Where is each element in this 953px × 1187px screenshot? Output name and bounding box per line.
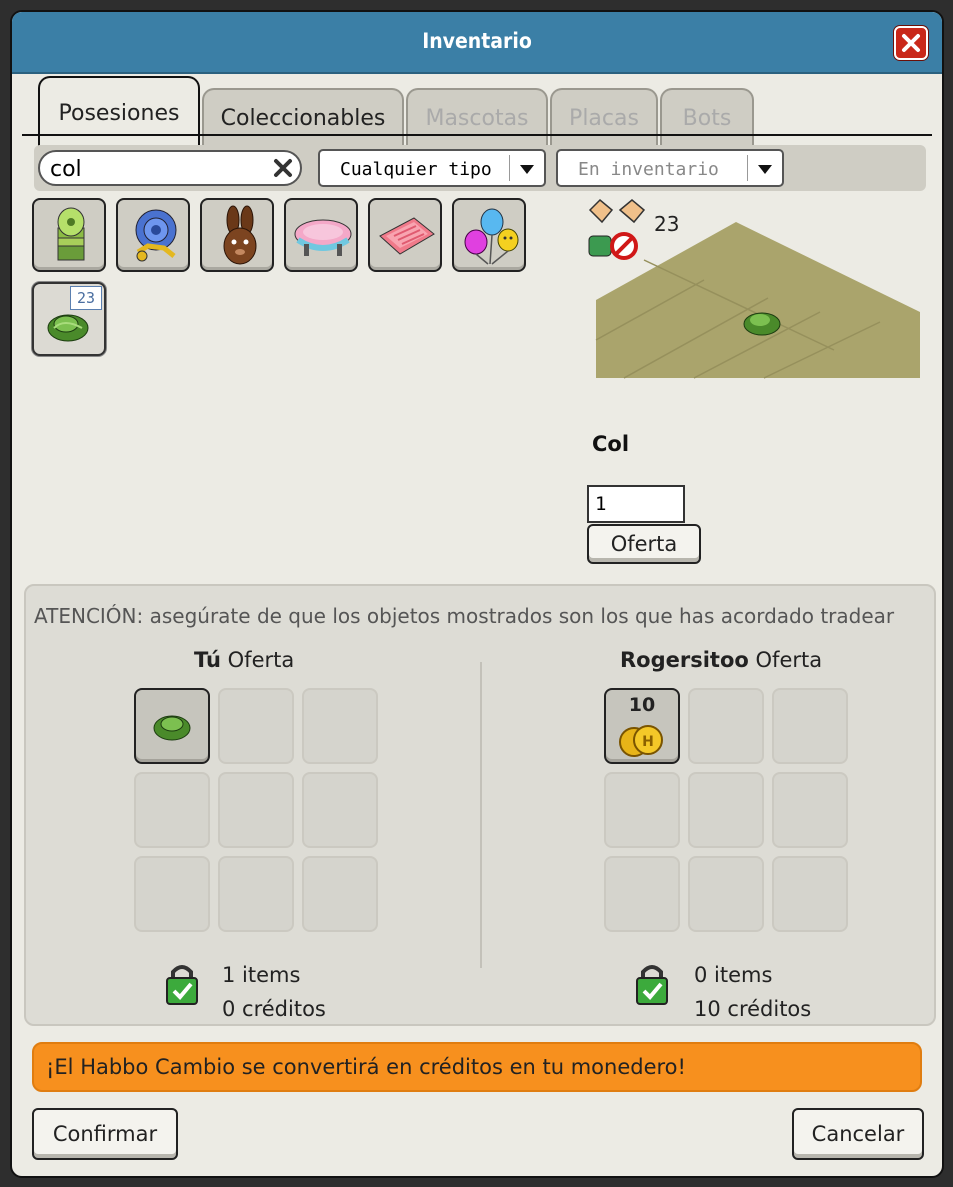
pink-table-icon: [294, 219, 352, 256]
your-offer-slot[interactable]: [134, 772, 210, 848]
chevron-down-icon: [520, 165, 534, 174]
type-select-value: Cualquier tipo: [340, 159, 492, 180]
other-offer-slot[interactable]: [604, 772, 680, 848]
location-select-value: En inventario: [578, 159, 719, 180]
your-offer-slot[interactable]: [302, 772, 378, 848]
habbo-exchange-notice: ¡El Habbo Cambio se convertirá en crédit…: [32, 1042, 922, 1092]
your-name: Tú: [194, 648, 221, 672]
quantity-input[interactable]: [587, 485, 685, 523]
your-offer-slot[interactable]: [302, 688, 378, 764]
offer-divider: [480, 662, 482, 968]
inventory-item[interactable]: [452, 198, 526, 272]
close-icon: [902, 34, 920, 52]
other-offer-slot[interactable]: [688, 856, 764, 932]
tab-posesiones[interactable]: Posesiones: [38, 76, 200, 148]
your-offer-slot[interactable]: [218, 688, 294, 764]
tab-coleccionables[interactable]: Coleccionables: [202, 88, 404, 146]
tab-placas[interactable]: Placas: [550, 88, 658, 146]
other-credits: 10 créditos: [694, 997, 812, 1021]
lock-check-icon: [166, 965, 198, 1005]
other-name: Rogersitoo: [620, 648, 749, 672]
other-offer-slot[interactable]: [688, 688, 764, 764]
inventory-item[interactable]: [368, 198, 442, 272]
location-select[interactable]: En inventario: [556, 149, 784, 187]
stacked-lamp-icon: [57, 207, 85, 261]
tab-bots[interactable]: Bots: [660, 88, 754, 146]
title-bar[interactable]: Inventario: [12, 12, 942, 74]
other-items-count: 0 items: [694, 963, 773, 987]
your-offer-slot[interactable]: [218, 856, 294, 932]
your-summary: 1 items 0 créditos: [222, 958, 326, 1026]
your-credits: 0 créditos: [222, 997, 326, 1021]
search-box[interactable]: [38, 150, 302, 186]
balloons-icon: [464, 208, 519, 265]
type-select[interactable]: Cualquier tipo: [318, 149, 546, 187]
gold-coins-icon: H: [619, 725, 663, 757]
other-offer-slot[interactable]: [772, 856, 848, 932]
room-preview: [595, 222, 920, 379]
search-input[interactable]: [50, 156, 260, 182]
your-offer-slot[interactable]: [134, 688, 210, 764]
inventory-item[interactable]: [32, 198, 106, 272]
other-offer-slot[interactable]: [688, 772, 764, 848]
tab-mascotas[interactable]: Mascotas: [406, 88, 548, 146]
item-name: Col: [592, 432, 630, 456]
inventory-item-selected[interactable]: 23: [32, 282, 106, 356]
other-offer-slot[interactable]: [604, 856, 680, 932]
your-offer-slot[interactable]: [302, 856, 378, 932]
tab-underline: [22, 134, 932, 136]
close-button[interactable]: [894, 26, 928, 60]
other-summary: 0 items 10 créditos: [694, 958, 811, 1026]
clear-search-icon[interactable]: [272, 157, 294, 179]
your-items-count: 1 items: [222, 963, 301, 987]
trade-warning: ATENCIÓN: asegúrate de que los objetos m…: [34, 604, 895, 628]
your-offer-slot[interactable]: [218, 772, 294, 848]
svg-text:H: H: [642, 734, 654, 750]
other-offer-label: Oferta: [755, 648, 823, 672]
item-count-badge: 23: [70, 286, 102, 310]
inventory-item[interactable]: [116, 198, 190, 272]
pink-mat-icon: [379, 217, 435, 255]
your-offer-title: Tú Oferta: [194, 648, 294, 672]
inventory-window: Inventario Posesiones Coleccionables Mas…: [10, 10, 944, 1178]
chocolate-bunny-icon: [223, 205, 257, 265]
lock-check-icon: [636, 965, 668, 1005]
cancel-button[interactable]: Cancelar: [792, 1108, 924, 1160]
chevron-down-icon: [758, 165, 772, 174]
your-offer-slot[interactable]: [134, 856, 210, 932]
window-title: Inventario: [422, 29, 532, 53]
offer-button[interactable]: Oferta: [587, 524, 701, 564]
snail-shell-icon: [135, 209, 177, 262]
other-offer-slot[interactable]: [772, 688, 848, 764]
cabbage-icon: [153, 715, 191, 741]
your-offer-label: Oferta: [227, 648, 295, 672]
other-offer-slot[interactable]: [772, 772, 848, 848]
other-offer-title: Rogersitoo Oferta: [620, 648, 822, 672]
inventory-item[interactable]: [284, 198, 358, 272]
trade-panel: ATENCIÓN: asegúrate de que los objetos m…: [24, 584, 936, 1026]
inventory-item[interactable]: [200, 198, 274, 272]
confirm-button[interactable]: Confirmar: [32, 1108, 178, 1160]
other-offer-slot[interactable]: 10 H: [604, 688, 680, 764]
